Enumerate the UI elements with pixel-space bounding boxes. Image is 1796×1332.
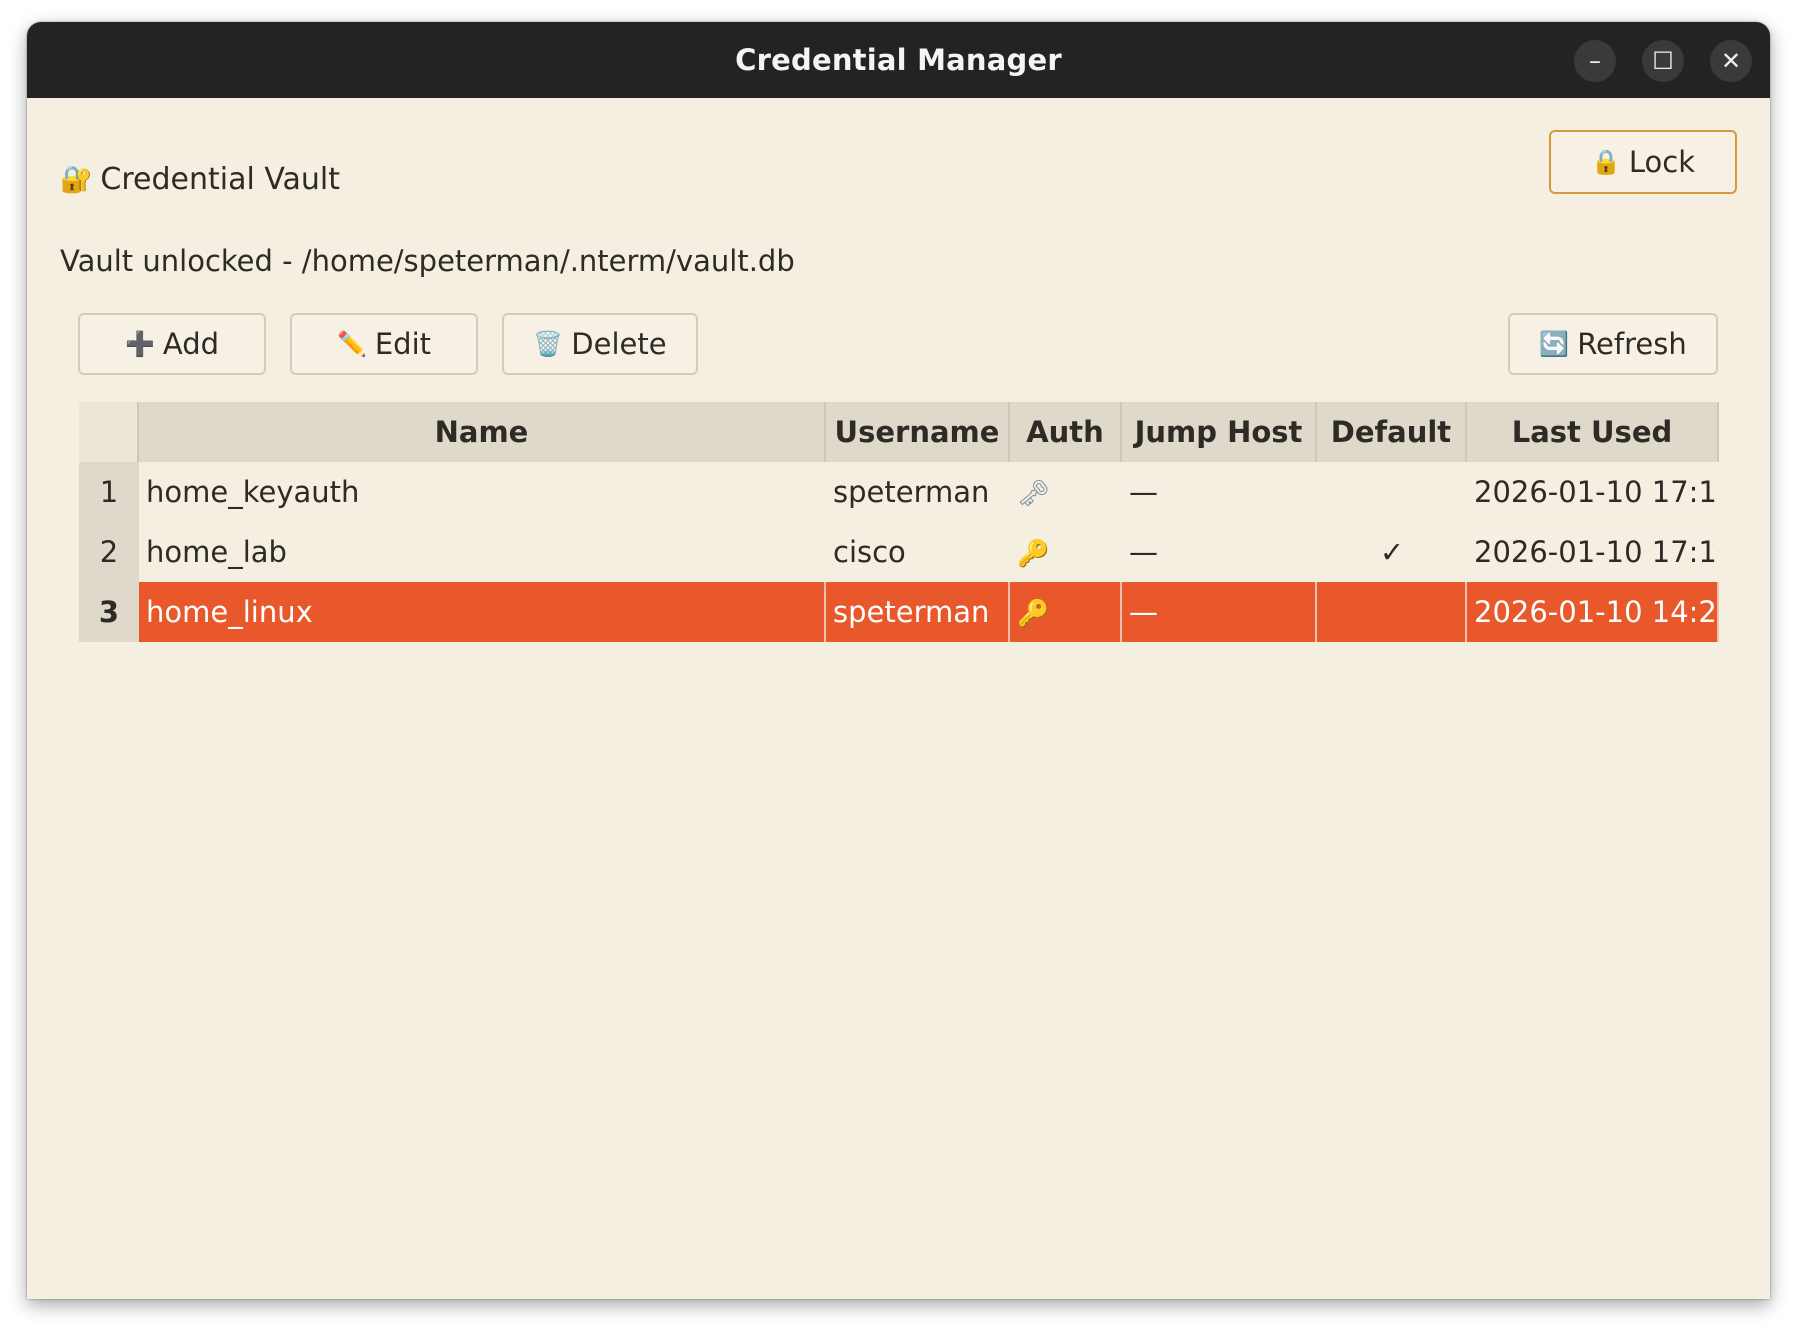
checkmark-icon: ✓ [1379,535,1405,569]
edit-button-label: Edit [374,327,432,361]
cell-auth[interactable]: 🗝 [1010,462,1122,522]
key-icon: 🔑 [1017,599,1050,629]
row-number[interactable]: 1 [79,462,139,522]
table-row-selected[interactable]: 3 home_linux speterman 🔑 — 2026-01-10 14… [79,582,1719,642]
table-row[interactable]: 1 home_keyauth speterman 🗝 — 2026-01-10 … [79,462,1719,522]
old-key-icon: 🗝 [1017,479,1051,509]
column-header-jump-host[interactable]: Jump Host [1122,402,1317,462]
close-button[interactable]: ✕ [1710,40,1752,82]
credentials-table: Name Username Auth Jump Host Default Las… [79,402,1719,642]
trash-icon: 🗑️ [533,330,564,358]
cell-jump-host[interactable]: — [1122,582,1317,642]
pencil-icon: ✏️ [336,330,367,358]
locked-with-key-icon: 🔐 [60,164,93,195]
column-header-auth[interactable]: Auth [1010,402,1122,462]
add-button-label: Add [162,327,220,361]
column-header-last-used[interactable]: Last Used [1467,402,1719,462]
table-header: Name Username Auth Jump Host Default Las… [79,402,1719,462]
refresh-button-label: Refresh [1577,327,1687,361]
cell-username[interactable]: speterman [826,462,1010,522]
vault-header: 🔐 Credential Vault [60,162,340,197]
plus-icon: ➕ [124,330,155,358]
cell-name[interactable]: home_lab [139,522,826,582]
cell-username[interactable]: cisco [826,522,1010,582]
refresh-button[interactable]: 🔄 Refresh [1508,313,1718,375]
vault-status: Vault unlocked - /home/speterman/.nterm/… [60,244,795,278]
row-number[interactable]: 3 [79,582,139,642]
credential-manager-window: Credential Manager – ☐ ✕ 🔐 Credential Va… [27,22,1770,1299]
table-row[interactable]: 2 home_lab cisco 🔑 — ✓ 2026-01-10 17:16 [79,522,1719,582]
window-title: Credential Manager [735,43,1062,77]
edit-button[interactable]: ✏️ Edit [290,313,478,375]
refresh-icon: 🔄 [1539,330,1570,358]
table-corner[interactable] [79,402,139,462]
vault-title: Credential Vault [100,162,341,197]
title-bar[interactable]: Credential Manager – ☐ ✕ [27,22,1770,98]
cell-default[interactable]: ✓ [1317,522,1467,582]
cell-name[interactable]: home_keyauth [139,462,826,522]
lock-button[interactable]: 🔒 Lock [1549,130,1737,194]
lock-icon: 🔒 [1590,148,1621,176]
column-header-default[interactable]: Default [1317,402,1467,462]
cell-jump-host[interactable]: — [1122,462,1317,522]
cell-name[interactable]: home_linux [139,582,826,642]
delete-button-label: Delete [571,327,667,361]
cell-default[interactable] [1317,462,1467,522]
cell-username[interactable]: speterman [826,582,1010,642]
maximize-button[interactable]: ☐ [1642,40,1684,82]
cell-last-used[interactable]: 2026-01-10 14:29 [1467,582,1719,642]
cell-last-used[interactable]: 2026-01-10 17:16 [1467,522,1719,582]
lock-button-label: Lock [1628,145,1696,179]
minimize-button[interactable]: – [1574,40,1616,82]
cell-default[interactable] [1317,582,1467,642]
add-button[interactable]: ➕ Add [78,313,266,375]
cell-auth[interactable]: 🔑 [1010,582,1122,642]
row-number[interactable]: 2 [79,522,139,582]
key-icon: 🔑 [1017,539,1050,569]
column-header-name[interactable]: Name [139,402,826,462]
cell-auth[interactable]: 🔑 [1010,522,1122,582]
column-header-username[interactable]: Username [826,402,1010,462]
cell-last-used[interactable]: 2026-01-10 17:17 [1467,462,1719,522]
delete-button[interactable]: 🗑️ Delete [502,313,698,375]
cell-jump-host[interactable]: — [1122,522,1317,582]
